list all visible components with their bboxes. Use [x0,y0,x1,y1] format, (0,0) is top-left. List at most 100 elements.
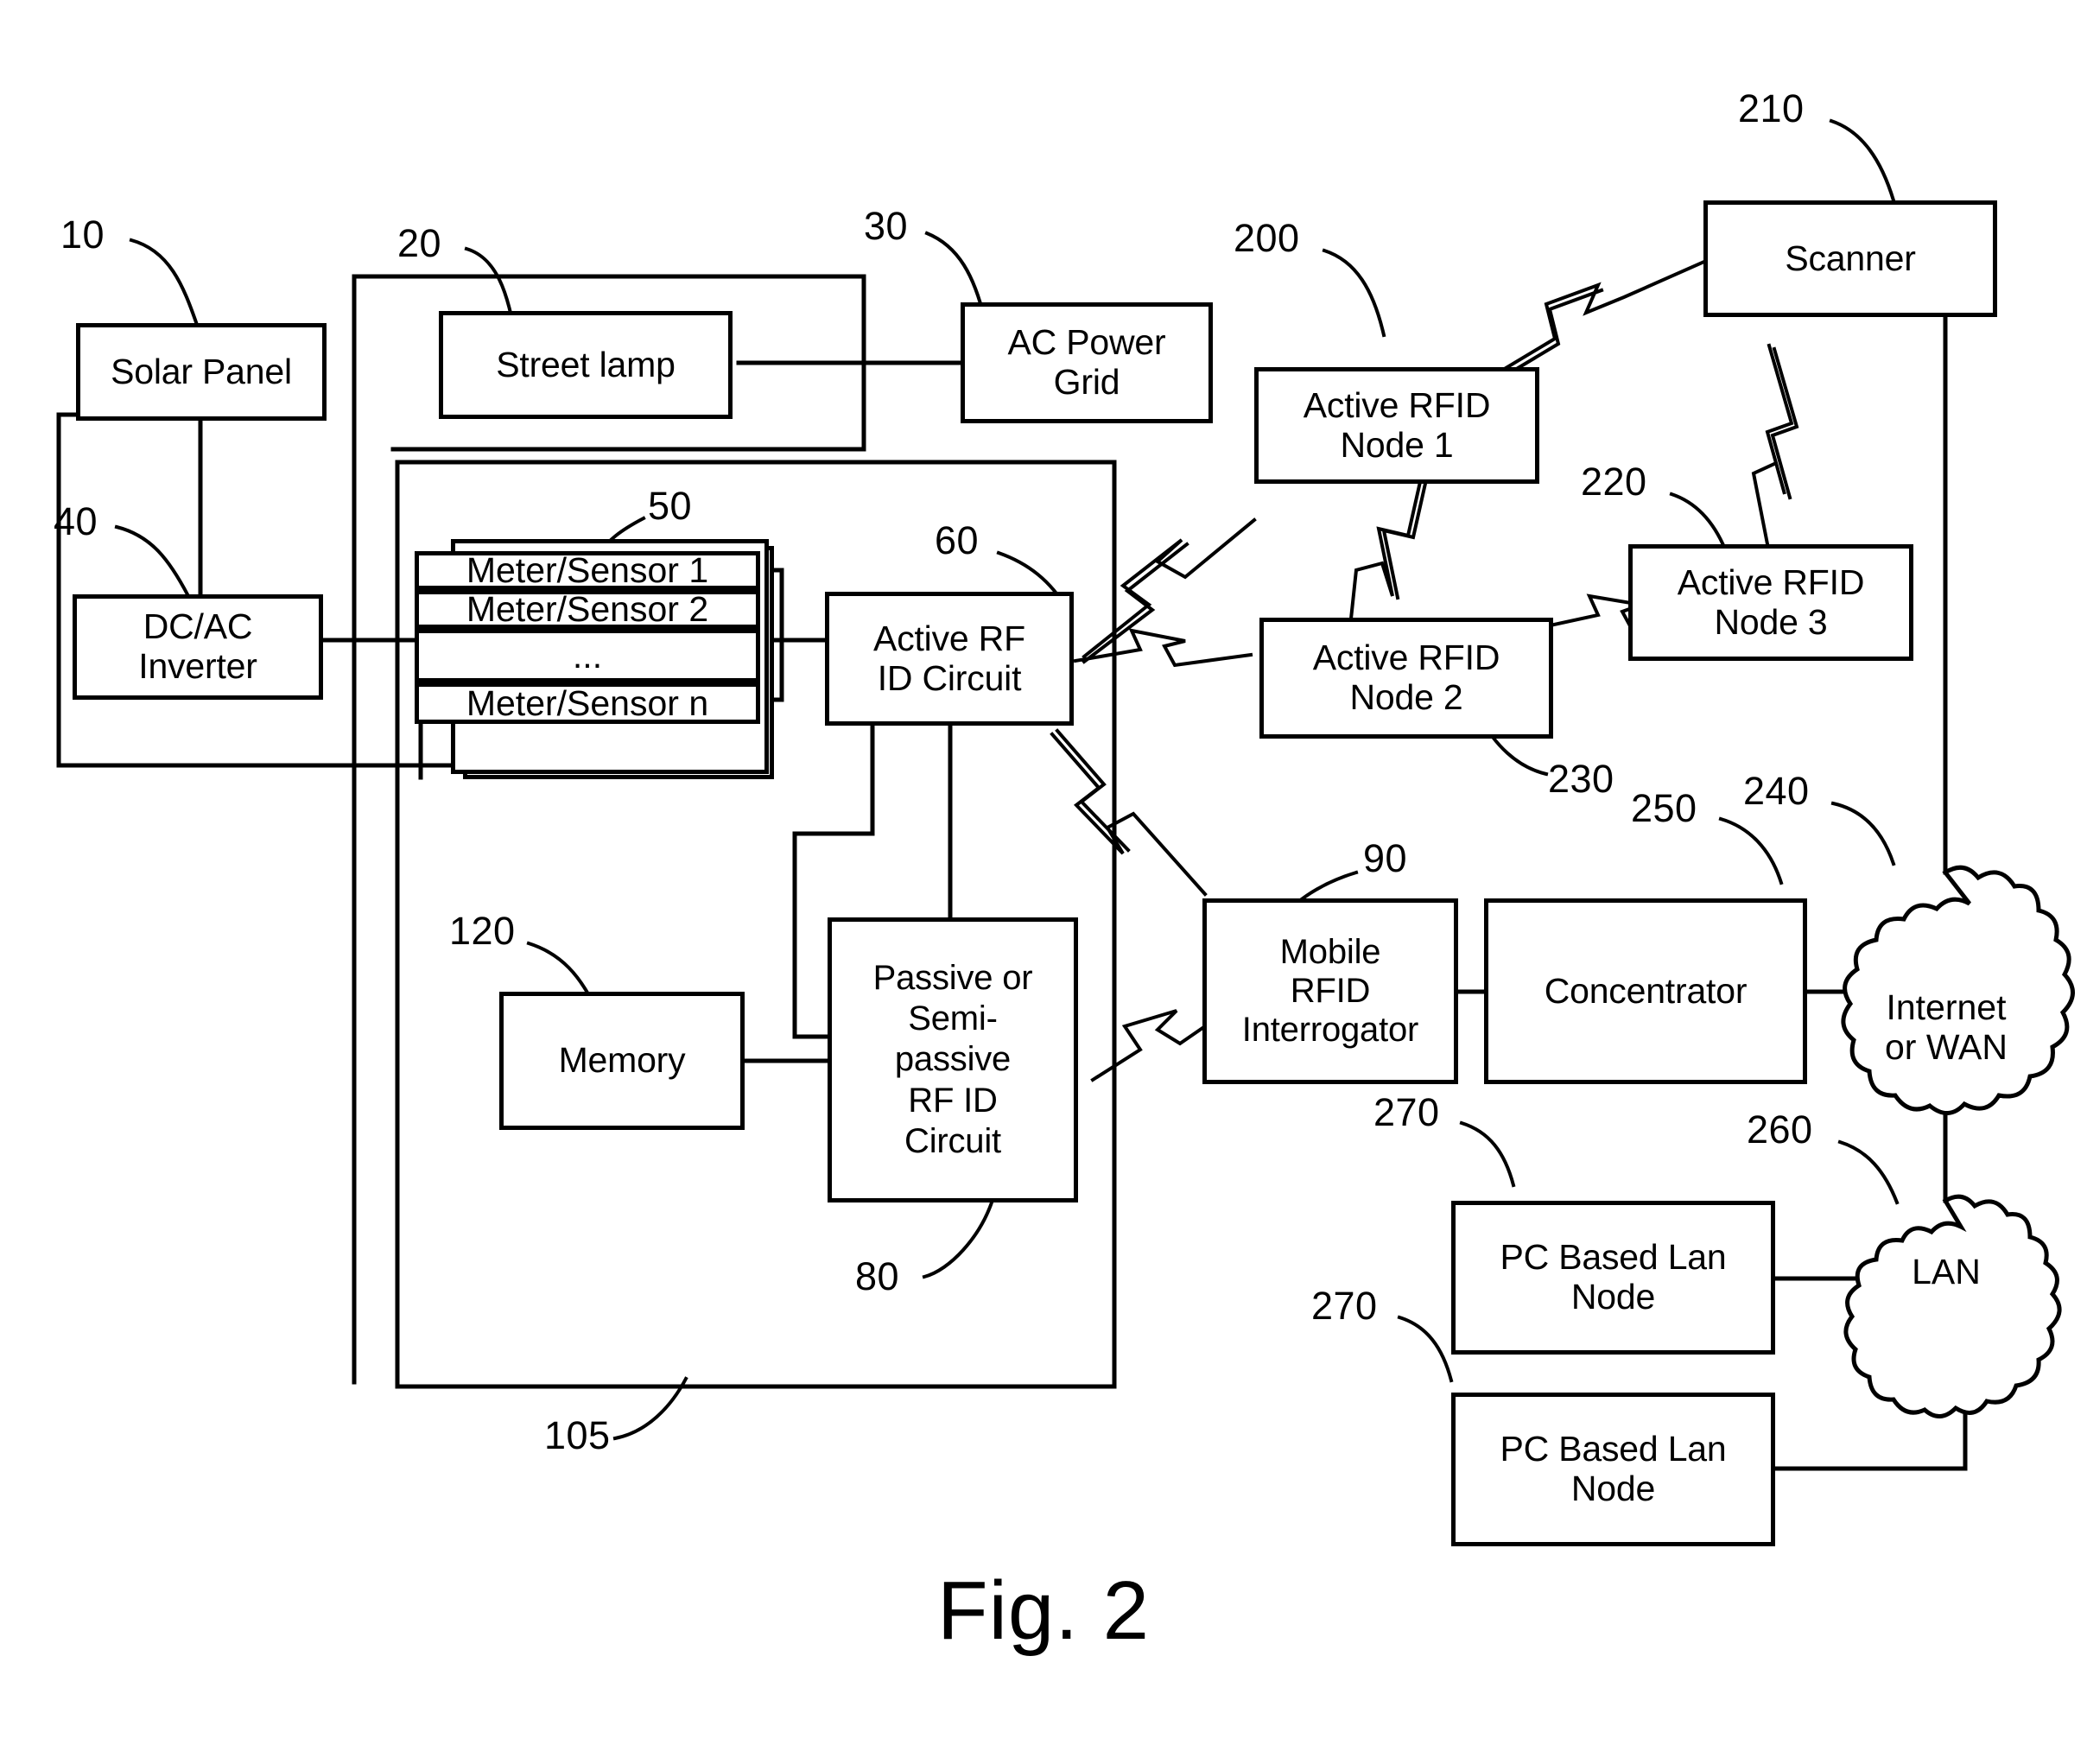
leader-270-b [1397,1315,1454,1383]
node-street-lamp-label: Street lamp [496,344,676,384]
node-active-rfid-node-1[interactable]: Active RFID Node 1 [1254,367,1539,484]
ref-numeral-60: 60 [935,518,979,563]
ref-numeral-230: 230 [1548,757,1614,802]
ref-numeral-210-text: 210 [1738,86,1805,130]
lan-cloud-outline [1843,1194,2062,1418]
ref-numeral-240-text: 240 [1743,769,1810,813]
ref-numeral-20-text: 20 [397,221,442,265]
node-scanner-label: Scanner [1785,238,1916,278]
rf-bolt-passive-to-interrogator [1090,1009,1208,1082]
ref-numeral-120: 120 [449,909,516,954]
ref-numeral-220: 220 [1581,460,1647,504]
node-active-rf-id-circuit-label: Active RF ID Circuit [873,618,1025,698]
node-ac-power-grid[interactable]: AC Power Grid [961,302,1213,423]
leader-200 [1322,248,1386,338]
ref-numeral-10: 10 [60,213,105,257]
node-solar-panel[interactable]: Solar Panel [76,323,327,421]
leader-40 [114,524,191,599]
ref-numeral-230-text: 230 [1548,757,1614,801]
ref-numeral-105-text: 105 [544,1413,611,1457]
ref-numeral-20: 20 [397,221,441,266]
node-meter-sensor-ellipsis-label: ... [572,635,603,676]
leader-270-a [1459,1120,1516,1188]
leader-260 [1837,1139,1900,1205]
node-meter-sensor-ellipsis: ... [415,629,760,682]
node-internet-or-wan-label: Internet or WAN [1885,987,2008,1067]
node-street-lamp[interactable]: Street lamp [439,311,733,419]
node-passive-rf-id-circuit-label: Passive or Semi- passive RF ID Circuit [872,959,1033,1160]
ref-numeral-105: 105 [544,1413,611,1458]
node-dc-ac-inverter-label: DC/AC Inverter [138,606,257,686]
ref-numeral-80-text: 80 [855,1254,900,1298]
ref-numeral-30: 30 [864,204,908,249]
node-mobile-rfid-interrogator-label: Mobile RFID Interrogator [1241,933,1419,1049]
node-memory-label: Memory [558,1040,686,1081]
leader-240 [1830,801,1896,866]
ref-numeral-270-bottom: 270 [1311,1284,1378,1329]
patent-figure-sheet: Solar Panel Street lamp AC Power Grid DC… [0,0,2087,1764]
rf-bolt-circuit-to-interrogator [1050,732,1208,897]
node-active-rfid-node-2[interactable]: Active RFID Node 2 [1259,618,1553,739]
node-scanner[interactable]: Scanner [1703,200,1997,317]
leader-10 [129,238,200,327]
node-ac-power-grid-label: AC Power Grid [1007,322,1166,402]
ref-numeral-90: 90 [1363,836,1407,881]
node-meter-sensor-n-label: Meter/Sensor n [466,682,709,723]
leader-220 [1669,492,1729,554]
ref-numeral-30-text: 30 [864,204,909,248]
node-meter-sensor-1[interactable]: Meter/Sensor 1 [415,550,760,590]
node-solar-panel-label: Solar Panel [111,351,292,391]
ref-numeral-10-text: 10 [60,213,105,257]
node-pc-based-lan-node-1[interactable]: PC Based Lan Node [1451,1201,1775,1355]
rf-bolt-circuit-to-node1 [1082,517,1257,659]
figure-caption: Fig. 2 [0,1564,2087,1659]
ref-numeral-200-text: 200 [1234,216,1300,260]
ref-numeral-120-text: 120 [449,909,516,953]
node-lan-label: LAN [1912,1252,1981,1291]
node-active-rf-id-circuit[interactable]: Active RF ID Circuit [825,592,1074,726]
node-meter-sensor-n[interactable]: Meter/Sensor n [415,682,760,724]
node-meter-sensor-2-label: Meter/Sensor 2 [466,589,709,629]
node-pc-based-lan-node-1-label: PC Based Lan Node [1500,1237,1727,1317]
ref-numeral-260-text: 260 [1747,1107,1813,1152]
ref-numeral-50-text: 50 [648,484,693,528]
ref-numeral-240: 240 [1743,769,1810,814]
ref-numeral-270-top: 270 [1373,1090,1440,1135]
node-passive-rf-id-circuit[interactable]: Passive or Semi- passive RF ID Circuit [828,917,1078,1202]
leader-210 [1829,118,1896,203]
ref-numeral-50: 50 [648,484,692,529]
leader-250 [1718,816,1784,885]
node-active-rfid-node-3[interactable]: Active RFID Node 3 [1628,544,1913,661]
rf-bolt-scanner-to-node3 [1751,343,1794,555]
ref-numeral-270-top-text: 270 [1373,1090,1440,1134]
ref-numeral-250: 250 [1631,786,1697,831]
node-mobile-rfid-interrogator[interactable]: Mobile RFID Interrogator [1202,898,1458,1084]
node-pc-based-lan-node-2[interactable]: PC Based Lan Node [1451,1393,1775,1546]
node-concentrator-label: Concentrator [1544,970,1748,1011]
node-active-rfid-node-3-label: Active RFID Node 3 [1677,562,1865,642]
ref-numeral-250-text: 250 [1631,786,1697,830]
ref-numeral-60-text: 60 [935,518,980,562]
rf-bolt-node1-to-scanner [1483,258,1709,383]
node-internet-or-wan[interactable]: Internet or WAN [1864,949,2028,1068]
ref-numeral-200: 200 [1234,216,1300,261]
node-meter-sensor-1-label: Meter/Sensor 1 [466,550,709,590]
node-lan[interactable]: LAN [1890,1252,2002,1292]
ref-numeral-220-text: 220 [1581,460,1647,504]
node-pc-based-lan-node-2-label: PC Based Lan Node [1500,1429,1727,1508]
ref-numeral-90-text: 90 [1363,836,1408,880]
ref-numeral-40-text: 40 [54,499,98,543]
ref-numeral-270-bottom-text: 270 [1311,1284,1378,1328]
ref-numeral-40: 40 [54,499,98,544]
node-active-rfid-node-1-label: Active RFID Node 1 [1303,384,1491,465]
leader-80 [922,1200,994,1279]
node-dc-ac-inverter[interactable]: DC/AC Inverter [73,594,323,700]
ref-numeral-80: 80 [855,1254,899,1299]
node-active-rfid-node-2-label: Active RFID Node 2 [1312,638,1500,717]
ref-numeral-210: 210 [1738,86,1805,131]
node-memory[interactable]: Memory [499,992,745,1130]
node-meter-sensor-2[interactable]: Meter/Sensor 2 [415,589,760,629]
ref-numeral-260: 260 [1747,1107,1813,1152]
figure-caption-text: Fig. 2 [936,1564,1151,1657]
node-concentrator[interactable]: Concentrator [1484,898,1807,1084]
